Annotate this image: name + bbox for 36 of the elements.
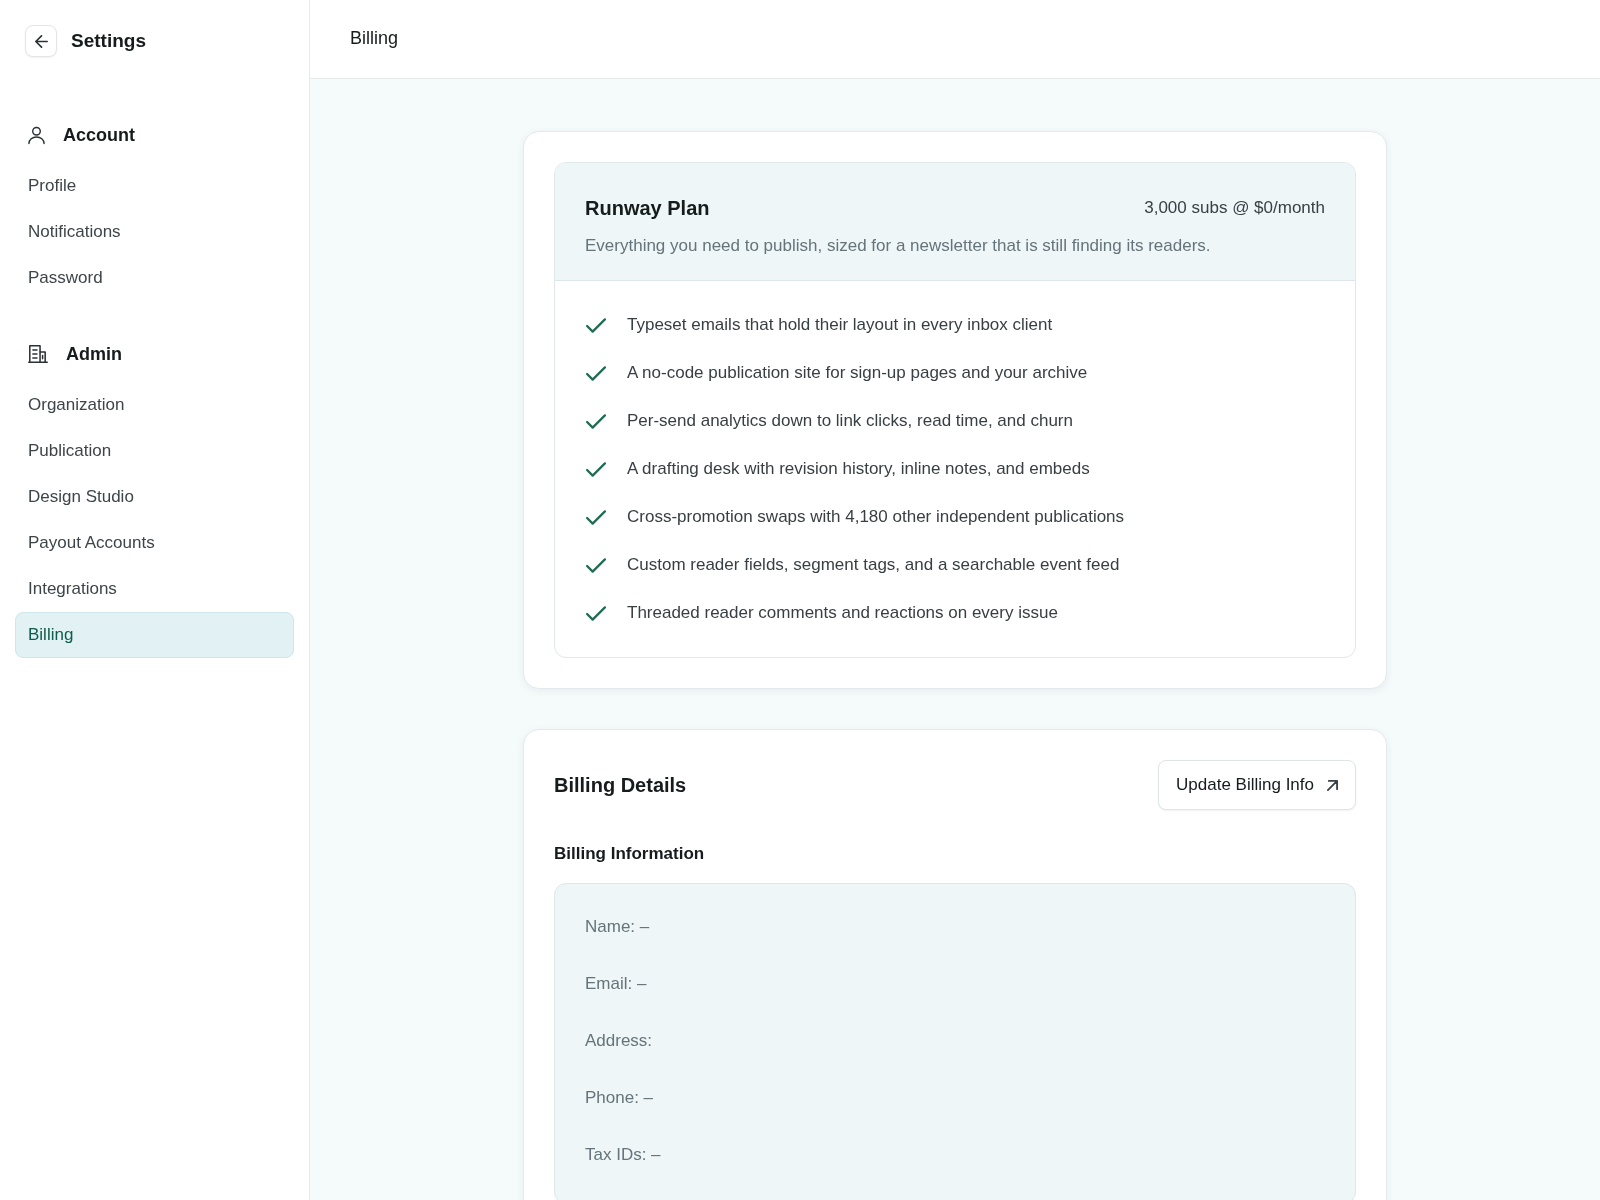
page-title: Billing: [350, 26, 399, 50]
sidebar-item[interactable]: Profile: [15, 163, 294, 209]
person-icon: [28, 125, 45, 145]
sidebar-item[interactable]: Notifications: [15, 209, 294, 255]
feature-text: Typeset emails that hold their layout in every inbox client: [627, 314, 1053, 337]
update-billing-button[interactable]: Update Billing Info: [1158, 760, 1356, 810]
section-heading: Admin: [66, 342, 122, 366]
arrow-up-right-icon: [1327, 779, 1338, 791]
feature-text: A no-code publication site for sign-up pages and your archive: [627, 362, 1088, 385]
billing-field: Email: –: [585, 970, 647, 997]
plan-price: 3,000 subs @ $0/month: [1144, 197, 1325, 220]
billing-field: Tax IDs: –: [585, 1141, 661, 1168]
sidebar-item[interactable]: Design Studio: [15, 474, 294, 520]
sidebar-item[interactable]: Integrations: [15, 566, 294, 612]
section-subtitle: Billing Information: [554, 843, 706, 865]
feature-text: A drafting desk with revision history, inline notes, and embeds: [627, 458, 1090, 481]
sidebar-item[interactable]: Password: [15, 255, 294, 301]
section-heading: Account: [63, 123, 135, 147]
feature-text: Per-send analytics down to link clicks, read time, and churn: [627, 410, 1073, 433]
building-icon: [28, 345, 48, 363]
sidebar-title: Settings: [71, 28, 146, 53]
sidebar-item[interactable]: Publication: [15, 428, 294, 474]
feature-text: Threaded reader comments and reactions on every issue: [627, 602, 1058, 625]
sidebar-item[interactable]: Payout Accounts: [15, 520, 294, 566]
billing-field: Name: –: [585, 913, 650, 940]
plan-name: Runway Plan: [585, 196, 710, 221]
sidebar-item[interactable]: Billing: [15, 612, 294, 658]
sidebar-item[interactable]: Organization: [15, 382, 294, 428]
feature-text: Custom reader fields, segment tags, and a searchable event feed: [627, 554, 1120, 577]
billing-field: Phone: –: [585, 1084, 654, 1111]
back-button[interactable]: [25, 25, 57, 57]
feature-text: Cross-promotion swaps with 4,180 other independent publications: [627, 506, 1125, 529]
billing-field: Address:: [585, 1027, 653, 1054]
plan-description: Everything you need to publish, sized for a newsletter that is still finding its readers.: [585, 235, 1212, 257]
card-title: Billing Details: [554, 773, 687, 798]
arrow-left-icon: [34, 34, 48, 48]
